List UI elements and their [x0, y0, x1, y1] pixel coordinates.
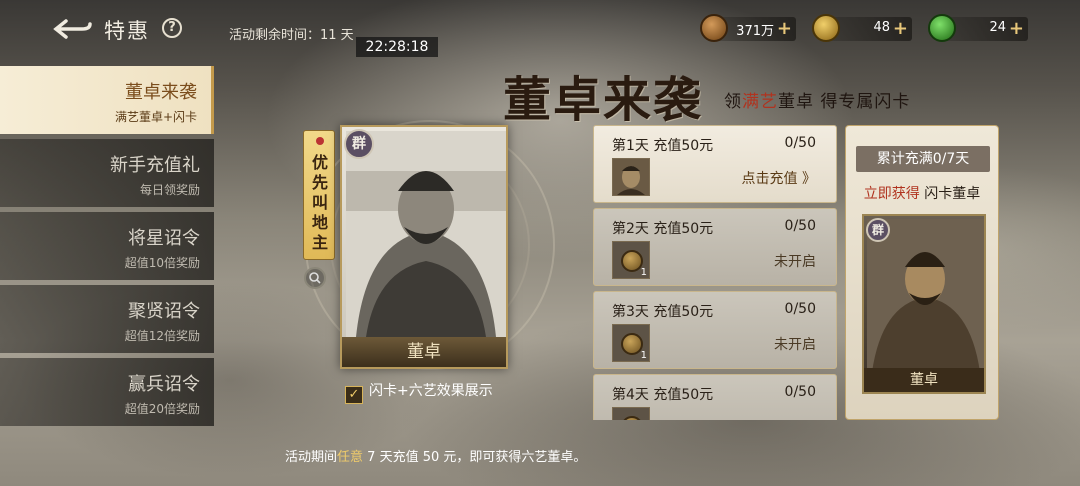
currency-value: 371万	[736, 24, 774, 39]
day-progress: 0/50	[784, 301, 816, 317]
reward-item-token[interactable]: 1	[612, 241, 650, 279]
sidebar-item-newbie-recharge[interactable]: 新手充值礼 每日领奖励	[0, 139, 214, 207]
recharge-button[interactable]: 点击充值 》	[742, 168, 816, 188]
sidebar-item-subtitle: 满艺董卓+闪卡	[114, 110, 197, 124]
sidebar-item-yingbing[interactable]: 赢兵诏令 超值20倍奖励	[0, 358, 214, 426]
dongzhuo-avatar-icon	[613, 159, 649, 195]
help-button[interactable]: ?	[162, 18, 182, 38]
sidebar-item-title: 董卓来袭	[125, 82, 197, 103]
tag-text: 优先叫地主	[311, 153, 328, 252]
cumulative-progress: 累计充满0/7天	[856, 146, 990, 172]
day-title: 第2天 充值50元	[612, 221, 714, 237]
top-bar: 特惠 ? 活动剩余时间：11 天 22:28:18 371万 + 48 + 24…	[0, 0, 1080, 58]
back-button[interactable]	[52, 18, 92, 40]
day-status: 未开启	[774, 254, 816, 270]
hero-name: 董卓	[342, 337, 506, 367]
sidebar-item-subtitle: 超值20倍奖励	[124, 402, 200, 416]
reward-item-token[interactable]: 1	[612, 324, 650, 362]
dongzhuo-flash-portrait-image	[867, 219, 984, 372]
page-title: 特惠	[104, 19, 150, 43]
item-count: 1	[640, 350, 647, 361]
footer-post: 7 天充值 50 元，即可获得六艺董卓。	[363, 450, 587, 465]
currency-value: 48	[873, 20, 890, 35]
sidebar-item-title: 将星诏令	[128, 228, 200, 249]
sidebar-item-title: 赢兵诏令	[128, 374, 200, 395]
event-rule-text: 活动期间任意 7 天充值 50 元，即可获得六艺董卓。	[285, 446, 586, 465]
sidebar-item-juxian[interactable]: 聚贤诏令 超值12倍奖励	[0, 285, 214, 353]
back-arrow-icon	[53, 19, 92, 39]
jade-icon	[928, 14, 956, 42]
slogan-highlight: 满艺	[742, 92, 778, 112]
sidebar-item-subtitle: 超值12倍奖励	[124, 329, 200, 343]
sidebar-item-title: 聚贤诏令	[128, 301, 200, 322]
sidebar-item-dongzhuo[interactable]: 董卓来袭 满艺董卓+闪卡	[0, 66, 214, 134]
banner-slogan: 领满艺董卓 得专属闪卡	[724, 87, 910, 112]
daily-recharge-list[interactable]: 第1天 充值50元 0/50 点击充值 》 第2天 充值50元 0/50 1 未…	[593, 125, 837, 420]
day-item: 第3天 充值50元 0/50 1 未开启	[593, 291, 837, 369]
cumulative-reward-panel: 累计充满0/7天 立即获得 闪卡董卓 董卓 群	[845, 125, 999, 420]
add-gold-button[interactable]: +	[893, 18, 908, 39]
day-item: 第1天 充值50元 0/50 点击充值 》	[593, 125, 837, 203]
day-item: 第4天 充值50元 0/50	[593, 374, 837, 420]
token-icon	[621, 416, 643, 420]
footer-highlight: 任意	[337, 450, 364, 465]
countdown-timer: 22:28:18	[356, 37, 438, 57]
day-title: 第4天 充值50元	[612, 387, 714, 403]
day-item: 第2天 充值50元 0/50 1 未开启	[593, 208, 837, 286]
hero-portrait	[346, 131, 506, 337]
hero-card[interactable]: 董卓 群	[340, 125, 508, 369]
day-progress: 0/50	[784, 135, 816, 151]
priority-landlord-tag: 优先叫地主	[303, 130, 335, 260]
flash-card-portrait	[867, 219, 984, 372]
faction-badge: 群	[866, 218, 890, 242]
sidebar: 董卓来袭 满艺董卓+闪卡 新手充值礼 每日领奖励 将星诏令 超值10倍奖励 聚贤…	[0, 66, 215, 431]
banner-title: 董卓来袭	[503, 72, 704, 128]
day-status: 未开启	[774, 337, 816, 353]
reward-item-portrait[interactable]	[612, 158, 650, 196]
sidebar-item-subtitle: 每日领奖励	[139, 183, 200, 197]
showcase-label: 闪卡+六艺效果展示	[369, 383, 493, 399]
currency-value: 24	[989, 20, 1006, 35]
currency-gold: 48 +	[812, 14, 912, 42]
gold-coin-icon	[812, 14, 840, 42]
slogan-post: 董卓 得专属闪卡	[778, 92, 911, 112]
sidebar-item-title: 新手充值礼	[110, 155, 200, 176]
reward-item-token[interactable]	[612, 407, 650, 420]
remaining-time-label: 活动剩余时间：11 天	[229, 28, 354, 43]
tag-knot-icon	[316, 137, 324, 145]
item-count: 1	[640, 267, 647, 278]
magnifier-icon	[309, 272, 321, 284]
reward-highlight: 立即获得	[863, 186, 920, 202]
flash-card-preview[interactable]: 董卓 群	[862, 214, 986, 394]
dongzhuo-portrait-image	[346, 131, 506, 337]
add-copper-button[interactable]: +	[777, 18, 792, 39]
reward-description: 立即获得 闪卡董卓	[846, 183, 998, 203]
currency-copper: 371万 +	[700, 14, 796, 42]
flash-card-name: 董卓	[864, 368, 984, 392]
checkmark-icon: ✓	[345, 386, 363, 404]
day-title: 第1天 充值50元	[612, 138, 714, 154]
copper-coin-icon	[700, 14, 728, 42]
add-jade-button[interactable]: +	[1009, 18, 1024, 39]
footer-pre: 活动期间	[285, 450, 338, 465]
faction-badge: 群	[344, 129, 374, 159]
slogan-pre: 领	[724, 92, 742, 112]
day-progress: 0/50	[784, 384, 816, 400]
sidebar-item-jiangxing[interactable]: 将星诏令 超值10倍奖励	[0, 212, 214, 280]
day-title: 第3天 充值50元	[612, 304, 714, 320]
sidebar-item-subtitle: 超值10倍奖励	[124, 256, 200, 270]
reward-text: 闪卡董卓	[919, 186, 981, 202]
zoom-button[interactable]	[304, 267, 326, 289]
day-progress: 0/50	[784, 218, 816, 234]
currency-jade: 24 +	[928, 14, 1028, 42]
flash-card-showcase-toggle[interactable]: ✓ 闪卡+六艺效果展示	[345, 380, 493, 404]
